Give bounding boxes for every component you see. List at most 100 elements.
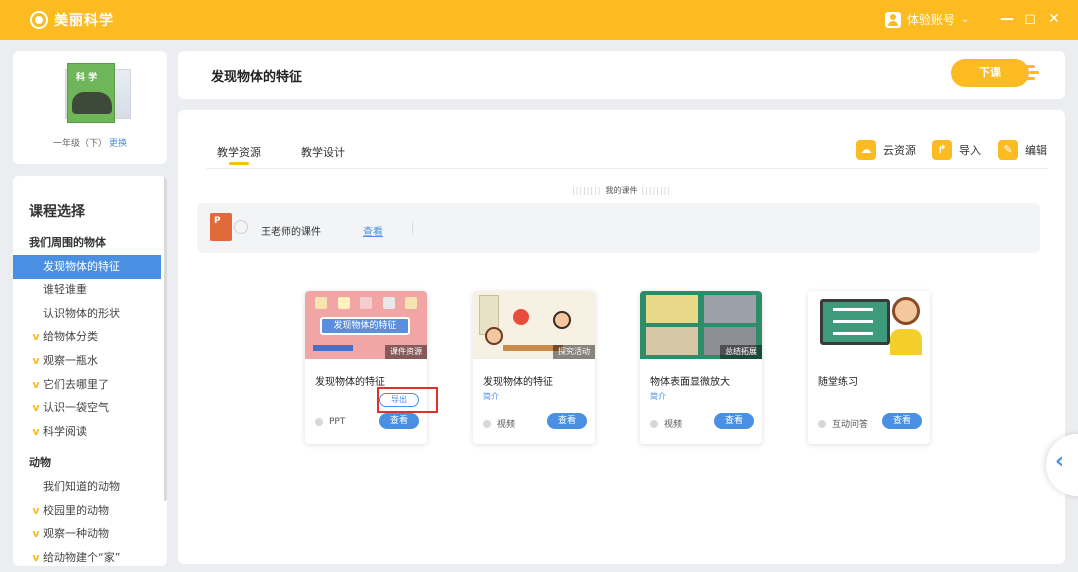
end-class-label: 下课 [979,66,1001,79]
courseware-view-link[interactable]: 查看 [363,223,383,238]
import-icon: ↱ [932,140,952,160]
type-dot-icon [650,419,658,428]
card-type-label: 视频 [664,420,683,430]
jar-icon [315,297,327,309]
card-type-label: PPT [329,417,346,427]
activity-thumbnail: 探究活动 [473,291,595,359]
chevron-left-icon: ‹ [1055,449,1065,474]
chevron-down-icon: ⌄ [961,14,970,25]
sidebar-item[interactable]: 我们知道的动物 [13,475,161,499]
sidebar-item[interactable]: v 认识一袋空气 [13,396,161,420]
card-intro-link[interactable]: 简介 [483,391,499,402]
lock-v-icon: v [32,401,40,415]
view-button[interactable]: 查看 [379,413,419,429]
tab-teaching-design[interactable]: 教学设计 [301,144,345,160]
card-type: 互动问答 [818,417,868,430]
sidebar-item[interactable]: v 给动物建个“家” [13,546,161,566]
sidebar-item[interactable]: 认识物体的形状 [13,302,161,326]
course-selection-panel: 课程选择 我们周围的物体 发现物体的特征 谁轻谁重 认识物体的形状 v 给物体分类 v 观察一… [13,176,167,566]
texture-tile [646,295,698,323]
resource-card-courseware[interactable]: 发现物体的特征 课件资源 发现物体的特征 导出 PPT 查看 [305,291,427,444]
sidebar-item[interactable]: v 校园里的动物 [13,499,161,523]
stripe-icon [1025,65,1035,68]
summary-thumbnail: 总结拓展 [640,291,762,359]
grade-text: 一年级（下） [52,139,107,149]
close-button[interactable]: ✕ [1046,10,1062,28]
card-type: PPT [315,417,345,427]
my-courseware-heading: |||||||| 我的课件 |||||||| [178,185,1065,196]
maximize-button[interactable]: ◻ [1022,10,1038,28]
cloud-resources-button[interactable]: ☁ 云资源 [856,140,916,160]
card-title: 随堂练习 [818,377,858,388]
minimize-button[interactable]: — [999,10,1015,28]
lock-v-icon: v [32,503,40,517]
tab-teaching-resources[interactable]: 教学资源 [217,144,261,165]
lock-v-icon: v [32,424,40,438]
card-intro-link[interactable]: 简介 [650,391,666,402]
resource-card-practice[interactable]: 随堂练习 互动问答 查看 [808,291,930,444]
jar-icon [360,297,372,309]
divider-dots: |||||||| [571,186,602,195]
sidebar-item[interactable]: v 科学阅读 [13,420,161,444]
sidebar-item[interactable]: 谁轻谁重 [13,278,161,302]
cloud-resources-label: 云资源 [883,144,916,157]
board-line [833,308,873,311]
thumbnail-title-banner: 发现物体的特征 [320,317,410,335]
stripe-icon [1025,77,1035,80]
sidebar-item-label: 给物体分类 [43,330,98,344]
app-logo: 美丽科学 [30,10,114,30]
girl-figure [485,327,503,345]
grade-label: 一年级（下） 更换 [13,136,167,149]
sidebar-group-heading: 我们周围的物体 [13,231,161,255]
lock-v-icon: v [32,527,40,541]
account-menu[interactable]: 体验账号 ⌄ [885,11,969,28]
texture-tile [646,327,698,355]
resource-card-summary[interactable]: 总结拓展 物体表面显微放大 简介 视频 查看 [640,291,762,444]
user-icon [885,11,901,28]
view-button[interactable]: 查看 [882,413,922,429]
export-highlight-box [377,387,438,413]
courseware-thumbnail: 发现物体的特征 课件资源 [305,291,427,359]
boy-figure [553,311,571,329]
sidebar-item-label: 给动物建个“家” [43,550,121,564]
account-name: 体验账号 [907,13,956,27]
change-book-link[interactable]: 更换 [109,139,127,149]
sidebar-item-label: 校园里的动物 [43,503,109,517]
stripe-icon [1029,71,1039,74]
elephant-image [72,92,112,114]
edit-button[interactable]: ✎ 编辑 [998,140,1047,160]
import-label: 导入 [959,144,981,157]
edit-icon: ✎ [998,140,1018,160]
sidebar-item[interactable]: v 观察一瓶水 [13,349,161,373]
sidebar-item[interactable]: v 它们去哪里了 [13,373,161,397]
edit-label: 编辑 [1025,144,1047,157]
ppt-file-icon: P [210,213,248,241]
tab-divider [206,168,1048,169]
book-cover-title: 科 学 [76,73,98,83]
card-title: 发现物体的特征 [483,377,553,388]
sidebar-item[interactable]: v 给物体分类 [13,325,161,349]
card-title: 发现物体的特征 [315,377,385,388]
lock-v-icon: v [32,550,40,564]
sidebar-item[interactable]: 发现物体的特征 [13,254,161,279]
view-button[interactable]: 查看 [547,413,587,429]
view-button[interactable]: 查看 [714,413,754,429]
jar-icon [382,297,395,309]
texture-tile [704,295,756,323]
sidebar-scrollbar[interactable] [164,176,167,501]
textbook-card: 科 学 一年级（下） 更换 [13,51,167,164]
my-courseware-row: P 王老师的课件 查看 [197,203,1040,253]
lesson-header: 发现物体的特征 下课 [178,51,1065,99]
sidebar-item-label: 它们去哪里了 [43,377,109,391]
divider-dots: |||||||| [641,186,672,195]
end-class-button[interactable]: 下课 [951,59,1039,87]
jar-icon [337,297,350,309]
resource-card-activity[interactable]: 探究活动 发现物体的特征 简介 视频 查看 [473,291,595,444]
sidebar-item[interactable]: v 观察一种动物 [13,522,161,546]
type-dot-icon [818,419,826,428]
sidebar-item-label: 我们周围的物体 [29,236,106,249]
card-title: 物体表面显微放大 [650,377,730,388]
import-button[interactable]: ↱ 导入 [932,140,981,160]
sidebar-item-label: 观察一瓶水 [43,354,98,367]
teacher-figure [892,297,920,325]
